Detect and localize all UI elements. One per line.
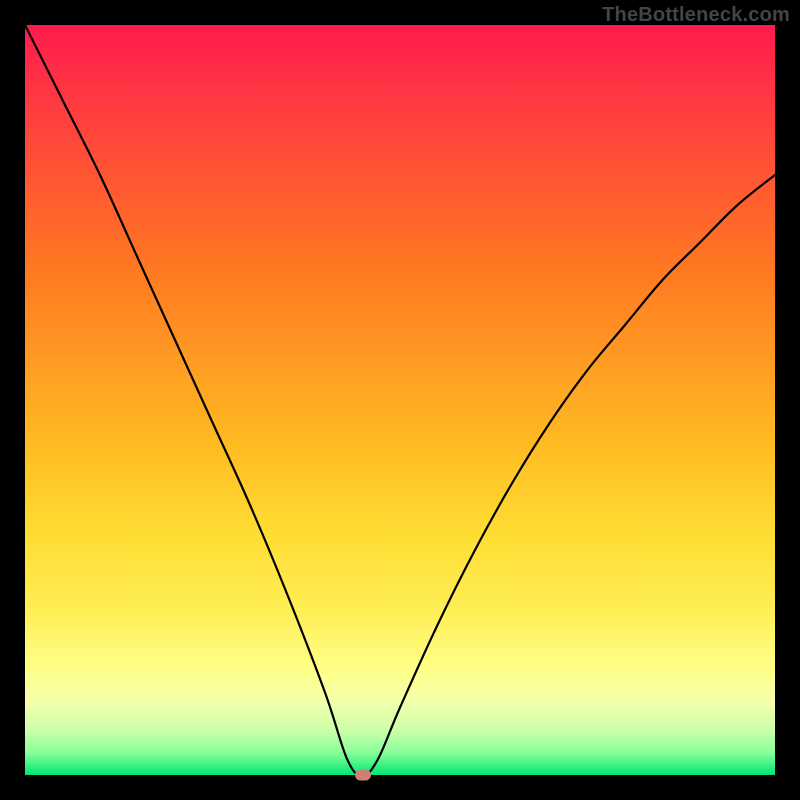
watermark-text: TheBottleneck.com bbox=[602, 4, 790, 27]
optimal-point-marker bbox=[355, 770, 371, 781]
chart-frame: TheBottleneck.com bbox=[0, 0, 800, 800]
plot-area bbox=[25, 25, 775, 775]
bottleneck-curve bbox=[25, 25, 775, 775]
